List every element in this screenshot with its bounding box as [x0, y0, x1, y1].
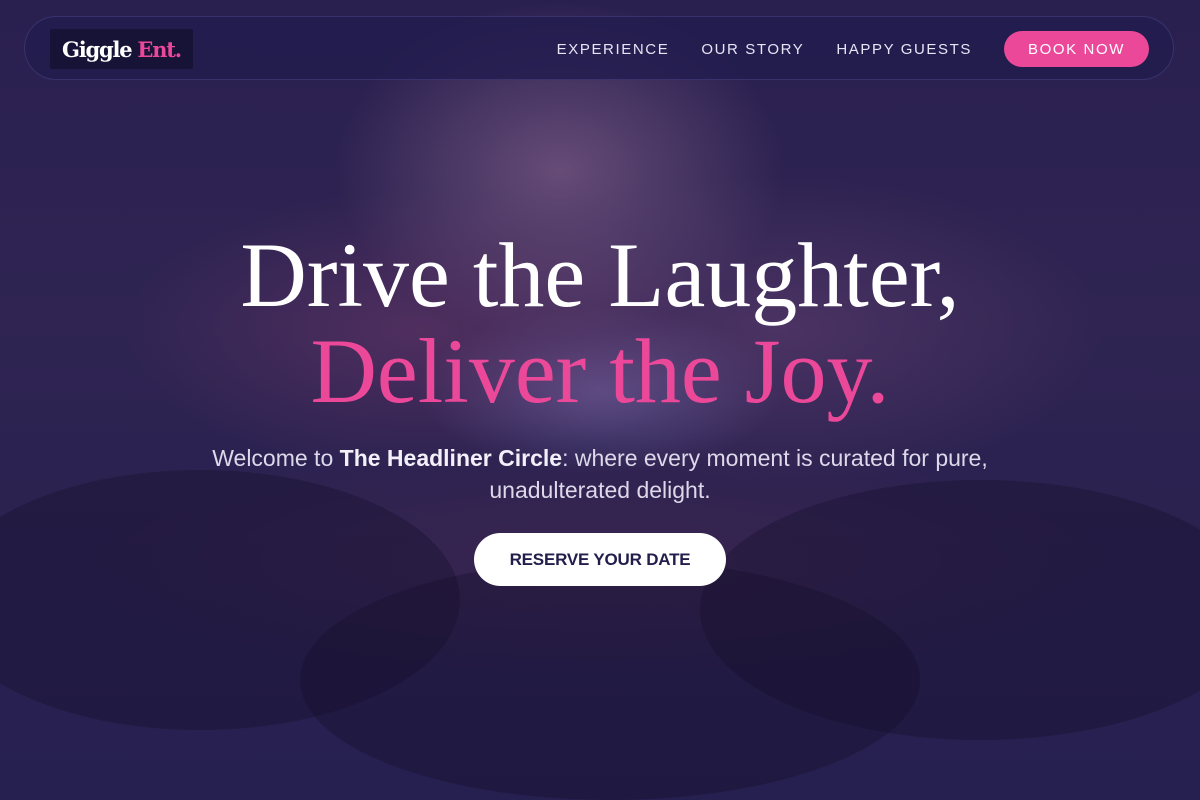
book-now-button[interactable]: BOOK NOW [1004, 31, 1149, 67]
hero-subtext: Welcome to The Headliner Circle: where e… [150, 442, 1050, 506]
hero-headline-line1: Drive the Laughter, [240, 224, 960, 326]
hero-subtext-suffix: : where every moment is curated for pure… [489, 445, 988, 503]
brand-logo[interactable]: Giggle Ent. [50, 29, 193, 69]
hero-subtext-prefix: Welcome to [212, 445, 340, 471]
top-navbar: Giggle Ent. EXPERIENCE OUR STORY HAPPY G… [24, 16, 1174, 80]
nav-link-our-story[interactable]: OUR STORY [701, 41, 804, 58]
hero-section: Giggle Ent. EXPERIENCE OUR STORY HAPPY G… [0, 0, 1200, 800]
brand-name-part1: Giggle [62, 36, 133, 62]
brand-name-part2: Ent. [137, 36, 182, 62]
nav-links: EXPERIENCE OUR STORY HAPPY GUESTS BOOK N… [557, 31, 1149, 67]
hero-headline-line2: Deliver the Joy. [310, 320, 890, 422]
hero-subtext-highlight: The Headliner Circle [339, 445, 563, 471]
nav-link-happy-guests[interactable]: HAPPY GUESTS [836, 41, 972, 58]
reserve-date-button[interactable]: RESERVE YOUR DATE [474, 533, 726, 586]
nav-link-experience[interactable]: EXPERIENCE [557, 41, 670, 58]
